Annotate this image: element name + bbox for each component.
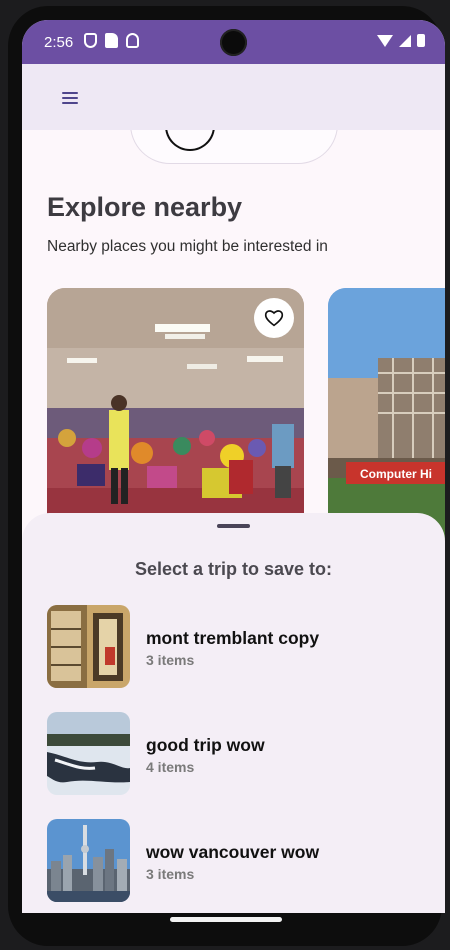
trip-count: 4 items: [146, 759, 195, 775]
favorite-button[interactable]: [254, 298, 294, 338]
trip-thumbnail: [47, 712, 130, 795]
trip-item[interactable]: mont tremblant copy 3 items: [47, 605, 427, 689]
app-bar: [22, 64, 445, 130]
screen: 2:56 Explore nearby Nearby places you mi…: [22, 20, 445, 913]
home-gesture-handle[interactable]: [170, 917, 282, 922]
drag-handle[interactable]: [217, 524, 250, 528]
status-notification-icons: [84, 33, 139, 48]
trip-name: good trip wow: [146, 735, 265, 755]
section-subtitle: Nearby places you might be interested in: [47, 238, 328, 255]
category-icon: [165, 130, 215, 151]
camera-cutout: [220, 29, 247, 56]
trip-count: 3 items: [146, 866, 195, 882]
trip-count: 3 items: [146, 652, 195, 668]
sheet-title: Select a trip to save to:: [134, 559, 333, 579]
status-time: 2:56: [44, 34, 74, 51]
menu-button[interactable]: [52, 84, 84, 112]
status-bar: 2:56: [22, 20, 445, 64]
battery-icon: [417, 34, 425, 47]
trip-item[interactable]: wow vancouver wow 3 items: [47, 819, 427, 903]
trip-name: wow vancouver wow: [146, 842, 320, 862]
sd-card-icon: [105, 33, 118, 48]
trip-name: mont tremblant copy: [146, 628, 320, 648]
signal-icon: [399, 34, 411, 47]
shield-icon: [84, 33, 97, 48]
card-caption: Computer Hi: [360, 467, 432, 481]
category-chip[interactable]: [130, 130, 338, 164]
heart-icon: [264, 310, 284, 327]
trip-thumbnail: [47, 605, 130, 688]
status-system-icons: [377, 34, 425, 47]
trip-bottom-sheet: Select a trip to save to: mont tremblant…: [22, 513, 445, 913]
hamburger-menu-icon: [62, 92, 78, 104]
section-title: Explore nearby: [47, 192, 243, 222]
wifi-icon: [377, 34, 393, 47]
trip-thumbnail: [47, 819, 130, 902]
ghost-icon: [126, 33, 139, 48]
trip-item[interactable]: good trip wow 4 items: [47, 712, 427, 796]
device-frame: 2:56 Explore nearby Nearby places you mi…: [8, 6, 445, 946]
